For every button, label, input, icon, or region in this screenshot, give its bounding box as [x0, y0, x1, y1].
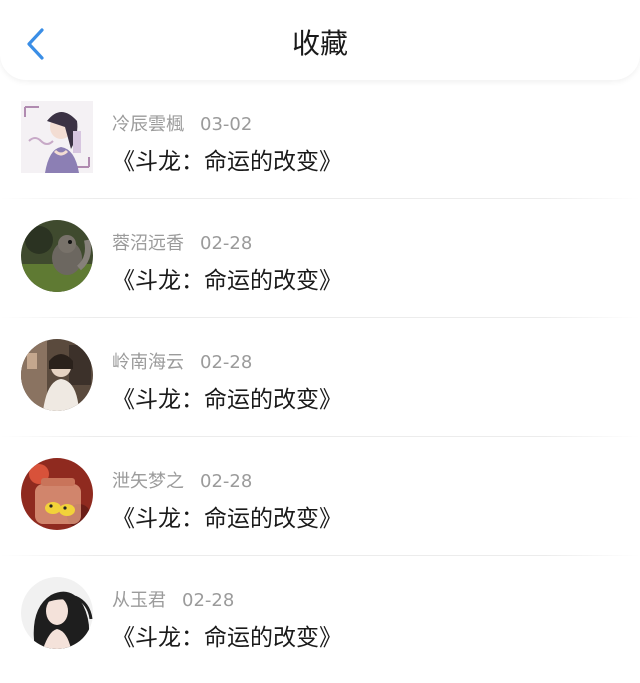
item-title[interactable]: 《斗龙：命运的改变》 [112, 261, 342, 295]
item-title[interactable]: 《斗龙：命运的改变》 [112, 380, 342, 414]
item-date: 03-02 [200, 114, 253, 135]
item-meta: 泄矢梦之 02-28 [112, 467, 252, 493]
item-meta: 从玉君 02-28 [112, 586, 234, 612]
list-item[interactable]: 蓉沼远香 02-28 《斗龙：命运的改变》 [0, 199, 640, 318]
avatar[interactable] [21, 339, 93, 411]
item-title[interactable]: 《斗龙：命运的改变》 [112, 142, 342, 176]
list-item[interactable]: 冷辰雲楓 03-02 《斗龙：命运的改变》 [0, 80, 640, 199]
item-meta: 岭南海云 02-28 [112, 348, 252, 374]
item-title[interactable]: 《斗龙：命运的改变》 [112, 618, 342, 652]
avatar[interactable] [21, 220, 93, 292]
page-title: 收藏 [291, 27, 348, 60]
item-date: 02-28 [200, 471, 253, 492]
item-meta: 蓉沼远香 02-28 [112, 229, 252, 255]
item-title[interactable]: 《斗龙：命运的改变》 [112, 499, 342, 533]
favorites-list: 冷辰雲楓 03-02 《斗龙：命运的改变》 蓉沼远香 02-28 《斗龙：命运的… [0, 80, 640, 675]
avatar[interactable] [21, 101, 93, 173]
author-name[interactable]: 蓉沼远香 [112, 233, 184, 254]
author-name[interactable]: 从玉君 [112, 590, 166, 611]
item-date: 02-28 [200, 233, 253, 254]
author-name[interactable]: 岭南海云 [112, 352, 184, 373]
author-name[interactable]: 冷辰雲楓 [112, 114, 184, 135]
item-date: 02-28 [200, 352, 253, 373]
list-item[interactable]: 从玉君 02-28 《斗龙：命运的改变》 [0, 556, 640, 675]
favorites-page: 收藏 冷辰雲楓 03-02 《斗龙：命运的改变》 蓉沼远香 02-28 《斗龙：… [0, 0, 640, 683]
list-item[interactable]: 泄矢梦之 02-28 《斗龙：命运的改变》 [0, 437, 640, 556]
avatar[interactable] [21, 577, 93, 649]
item-date: 02-28 [182, 590, 235, 611]
item-meta: 冷辰雲楓 03-02 [112, 110, 252, 136]
header-bar: 收藏 [0, 0, 640, 80]
avatar[interactable] [21, 458, 93, 530]
list-item[interactable]: 岭南海云 02-28 《斗龙：命运的改变》 [0, 318, 640, 437]
author-name[interactable]: 泄矢梦之 [112, 471, 184, 492]
